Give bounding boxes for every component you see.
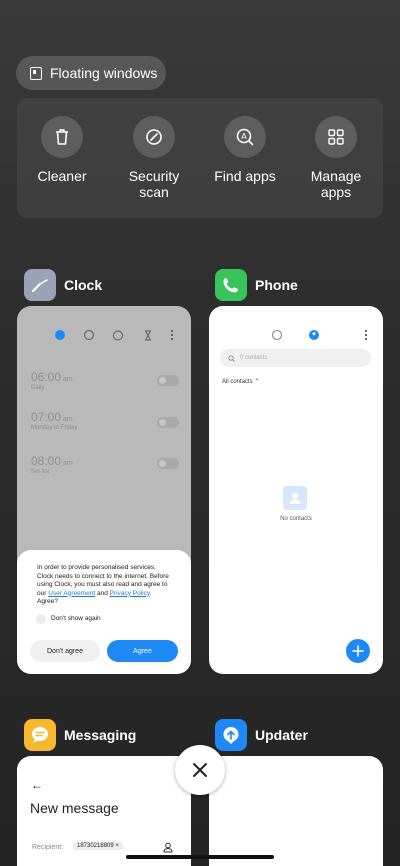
alarm-toggle[interactable] [157, 458, 179, 469]
updater-app-card[interactable] [209, 756, 383, 866]
alarm-item[interactable]: 08:00 am Set list [31, 454, 73, 475]
clock-app-header[interactable]: Clock [24, 269, 102, 301]
clock-app-icon [24, 269, 56, 301]
checkbox-circle [36, 613, 46, 624]
messaging-app-name: Messaging [64, 727, 137, 743]
updater-app-icon [215, 719, 247, 751]
privacy-policy-link[interactable]: Privacy Policy [110, 590, 150, 597]
trash-icon [41, 116, 83, 158]
find-apps-button[interactable]: A Find apps [200, 116, 290, 184]
contacts-search-input[interactable]: 0 contacts [220, 349, 371, 367]
cleaner-label: Cleaner [37, 168, 87, 184]
messaging-app-icon [24, 719, 56, 751]
no-contacts-label: No contacts [280, 516, 312, 522]
alarm-toggle[interactable] [157, 375, 179, 386]
find-apps-label: Find apps [214, 168, 276, 184]
back-arrow-icon[interactable]: ← [31, 778, 43, 792]
recipient-chip[interactable]: 18730218809 × [73, 842, 123, 850]
security-scan-icon [133, 116, 175, 158]
close-icon [193, 763, 207, 777]
manage-apps-icon [315, 116, 357, 158]
security-scan-button[interactable]: Security scan [109, 116, 199, 200]
user-agreement-link[interactable]: User Agreement [48, 590, 95, 597]
home-indicator[interactable] [126, 855, 274, 859]
recipient-label: Recipient: [32, 844, 64, 851]
floating-window-icon [30, 66, 42, 80]
quick-tools-panel: Cleaner Security scan A Find apps Manage… [17, 98, 383, 218]
alarm-toggle[interactable] [157, 417, 179, 428]
clock-tab-icons [55, 329, 173, 341]
dont-agree-button[interactable]: Don't agree [30, 640, 100, 662]
security-scan-label: Security scan [128, 168, 180, 200]
new-message-title: New message [30, 800, 119, 816]
alarm-item[interactable]: 06:00 am Daily [31, 370, 73, 391]
clear-all-button[interactable] [175, 745, 225, 795]
phone-tab-icons [271, 329, 367, 341]
find-apps-icon: A [224, 116, 266, 158]
contact-picker-icon[interactable] [163, 842, 173, 853]
internet-consent-dialog: In order to provide personalised service… [17, 550, 191, 674]
clock-app-name: Clock [64, 277, 103, 293]
floating-windows-button[interactable]: Floating windows [16, 56, 166, 90]
dont-show-again-checkbox[interactable]: Don't show again [36, 613, 173, 624]
add-contact-button[interactable] [346, 639, 370, 663]
contacts-filter-dropdown[interactable]: All contacts ⌃ [222, 378, 259, 385]
cleaner-button[interactable]: Cleaner [17, 116, 107, 184]
plus-icon [352, 645, 364, 657]
messaging-app-card[interactable]: ← New message Recipient: 18730218809 × [17, 756, 191, 866]
clock-app-card[interactable]: 06:00 am Daily 07:00 am Monday to Friday… [17, 306, 191, 674]
updater-app-name: Updater [255, 727, 308, 743]
dialog-message: In order to provide personalised service… [37, 564, 169, 605]
svg-text:A: A [241, 132, 247, 141]
alarm-item[interactable]: 07:00 am Monday to Friday [31, 410, 77, 431]
dont-show-again-label: Don't show again [51, 615, 101, 622]
agree-button[interactable]: Agree [107, 640, 178, 662]
search-icon [228, 354, 235, 362]
phone-app-card[interactable]: 0 contacts All contacts ⌃ No contacts [209, 306, 383, 674]
phone-app-name: Phone [255, 277, 298, 293]
manage-apps-label: Manage apps [310, 168, 362, 200]
search-placeholder: 0 contacts [240, 355, 268, 361]
phone-app-icon [215, 269, 247, 301]
messaging-app-header[interactable]: Messaging [24, 719, 136, 751]
phone-app-header[interactable]: Phone [215, 269, 298, 301]
empty-contacts-icon [283, 486, 307, 510]
updater-app-header[interactable]: Updater [215, 719, 308, 751]
floating-windows-label: Floating windows [50, 65, 158, 81]
manage-apps-button[interactable]: Manage apps [291, 116, 381, 200]
